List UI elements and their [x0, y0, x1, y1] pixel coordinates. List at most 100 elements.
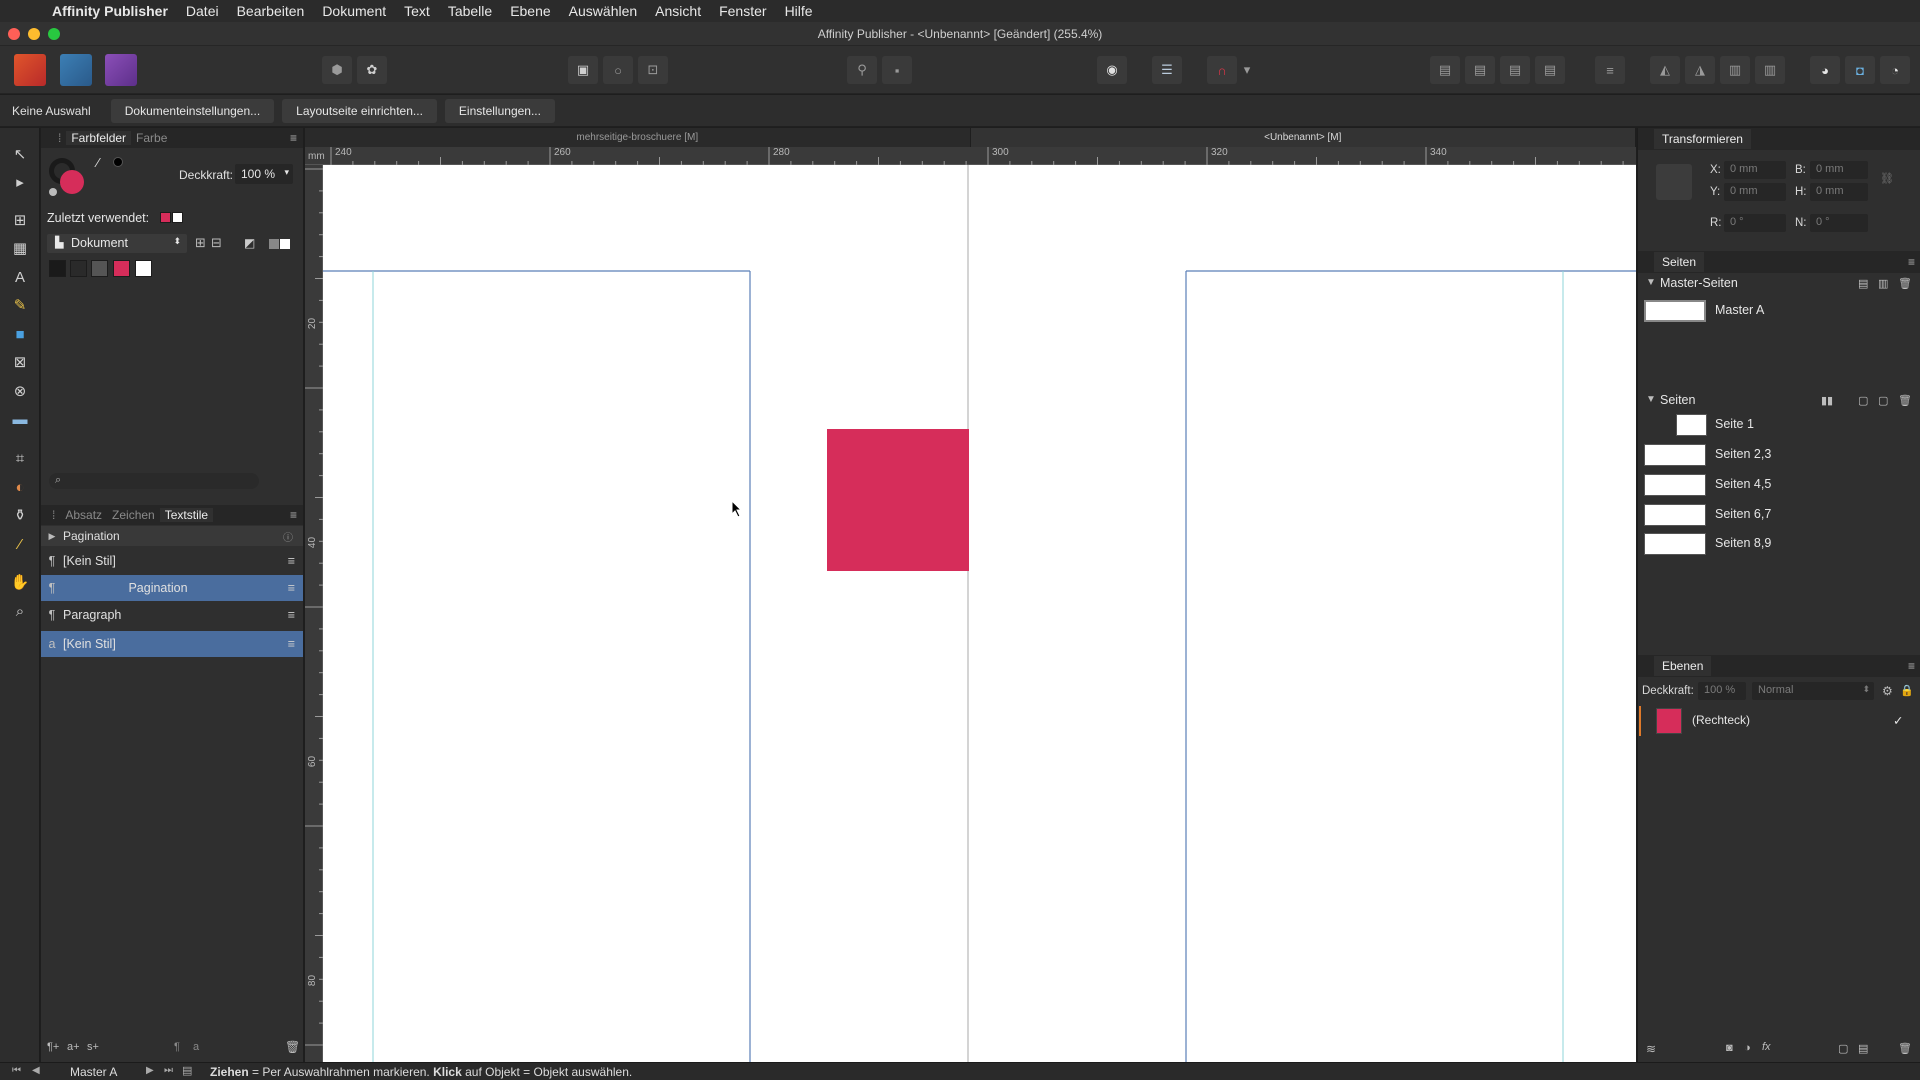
- last-page-icon[interactable]: ⏭: [164, 1065, 173, 1076]
- layer-visibility-check[interactable]: ✓: [1893, 713, 1903, 728]
- arrange-backward-icon[interactable]: ▤: [1465, 56, 1495, 84]
- style-group-header[interactable]: ▶ Pagination ⓘ: [41, 526, 303, 546]
- anchor-selector-icon[interactable]: [1656, 164, 1692, 200]
- transform-panel-title[interactable]: Transformieren: [1654, 129, 1751, 149]
- style-row-selected[interactable]: ¶ Pagination ≡: [41, 575, 303, 601]
- boolean-subtract-icon[interactable]: ◘: [1845, 56, 1875, 84]
- group-layer-icon[interactable]: ▤: [1858, 1042, 1868, 1055]
- swatch-dark[interactable]: [70, 260, 87, 277]
- tab-paragraph[interactable]: Absatz: [60, 508, 107, 522]
- node-tool-icon[interactable]: ▸: [8, 170, 32, 194]
- picture-frame-tool-icon[interactable]: ⊠: [8, 350, 32, 374]
- menu-fenster[interactable]: Fenster: [710, 3, 775, 19]
- page-thumbnail[interactable]: [1676, 414, 1707, 436]
- layer-lock-icon[interactable]: 🔒: [1900, 684, 1914, 697]
- page-label[interactable]: Seiten 8,9: [1715, 536, 1771, 550]
- width-input[interactable]: 0 mm: [1810, 161, 1868, 179]
- page-thumbnail[interactable]: [1644, 504, 1706, 526]
- menu-auswaehlen[interactable]: Auswählen: [560, 3, 647, 19]
- first-page-icon[interactable]: ⏮: [12, 1065, 21, 1076]
- lock-ratio-icon[interactable]: ⛓: [1880, 172, 1894, 185]
- delete-style-icon[interactable]: 🗑: [285, 1040, 300, 1054]
- arrange-front-icon[interactable]: ▤: [1535, 56, 1565, 84]
- baseline-grid-icon[interactable]: ☰: [1152, 56, 1182, 84]
- layers-panel-title[interactable]: Ebenen: [1654, 656, 1712, 676]
- layer-row[interactable]: (Rechteck) ✓: [1638, 706, 1920, 736]
- frame-view-icon[interactable]: ⊡: [638, 56, 668, 84]
- align-icon[interactable]: ≡: [1595, 56, 1625, 84]
- transparency-tool-icon[interactable]: ⚱: [8, 503, 32, 527]
- menu-hilfe[interactable]: Hilfe: [776, 3, 822, 19]
- add-layer-icon[interactable]: ▢: [1838, 1042, 1848, 1055]
- publisher-persona-icon[interactable]: [14, 54, 46, 86]
- tab-document-unbenannt[interactable]: <Unbenannt> [M]: [970, 128, 1636, 147]
- page-view-icon[interactable]: ▣: [568, 56, 598, 84]
- swatch-white[interactable]: [135, 260, 152, 277]
- master-a-label[interactable]: Master A: [1715, 303, 1764, 317]
- pages-section-header[interactable]: ▼ Seiten ▮▮ ▢ ▢ 🗑: [1638, 392, 1920, 410]
- swatch-search-input[interactable]: ⌕: [49, 473, 259, 489]
- effects-fx-icon[interactable]: fx: [1762, 1041, 1771, 1053]
- circle-view-icon[interactable]: ○: [603, 56, 633, 84]
- pages-panel-title[interactable]: Seiten: [1654, 252, 1705, 272]
- palette-select[interactable]: ▙ Dokument ⬍: [47, 234, 187, 253]
- page-label[interactable]: Seite 1: [1715, 417, 1754, 431]
- assistant-icon[interactable]: ✿: [357, 56, 387, 84]
- panel-menu-icon[interactable]: ≡: [290, 131, 297, 145]
- rotate-left-icon[interactable]: ▥: [1720, 56, 1750, 84]
- delete-layer-icon[interactable]: 🗑: [1898, 1042, 1912, 1055]
- delete-page-icon[interactable]: 🗑: [1898, 394, 1912, 407]
- snapping-magnet-icon[interactable]: ∩: [1207, 56, 1237, 84]
- snapping-dropdown-chevron-icon[interactable]: ▾: [1240, 56, 1254, 84]
- row-menu-icon[interactable]: ≡: [288, 581, 295, 595]
- photo-persona-icon[interactable]: [105, 54, 137, 86]
- none-swatch-icon[interactable]: ◩: [244, 236, 255, 250]
- menu-bearbeiten[interactable]: Bearbeiten: [228, 3, 314, 19]
- layers-panel-menu-icon[interactable]: ≡: [1908, 659, 1915, 673]
- master-pages-section-header[interactable]: ▼ Master-Seiten ▤ ▥ 🗑: [1638, 275, 1920, 293]
- place-image-tool-icon[interactable]: ▬: [8, 407, 32, 431]
- page-thumbnail[interactable]: [1644, 444, 1706, 466]
- new-paragraph-style-icon[interactable]: ¶+: [47, 1041, 59, 1053]
- arrange-back-icon[interactable]: ▤: [1430, 56, 1460, 84]
- next-page-icon[interactable]: ▶: [146, 1065, 154, 1076]
- flip-vertical-icon[interactable]: ◮: [1685, 56, 1715, 84]
- opacity-dropdown-chevron-icon[interactable]: ▾: [284, 167, 289, 178]
- character-options-icon[interactable]: a: [193, 1041, 199, 1053]
- tab-color[interactable]: Farbe: [131, 131, 172, 145]
- white-swatch-icon[interactable]: [280, 239, 290, 249]
- arrange-forward-icon[interactable]: ▤: [1500, 56, 1530, 84]
- swap-colors-icon[interactable]: [49, 188, 57, 196]
- preferences-button[interactable]: Einstellungen...: [444, 98, 555, 123]
- menu-text[interactable]: Text: [395, 3, 439, 19]
- paragraph-options-icon[interactable]: ¶: [174, 1041, 180, 1053]
- new-group-style-icon[interactable]: s+: [87, 1041, 99, 1053]
- style-row-selected[interactable]: a [Kein Stil] ≡: [41, 631, 303, 657]
- boolean-add-icon[interactable]: ◕: [1810, 56, 1840, 84]
- app-menu[interactable]: Affinity Publisher: [38, 3, 177, 19]
- add-master-icon[interactable]: ▤: [1858, 277, 1868, 290]
- x-input[interactable]: 0 mm: [1724, 161, 1786, 179]
- eyedropper-icon[interactable]: ⁄: [97, 155, 99, 170]
- duplicate-page-icon[interactable]: ▢: [1878, 394, 1888, 407]
- menu-ansicht[interactable]: Ansicht: [646, 3, 710, 19]
- add-page-icon[interactable]: ▢: [1858, 394, 1868, 407]
- document-settings-button[interactable]: Dokumenteinstellungen...: [110, 98, 275, 123]
- page-options-icon[interactable]: ▤: [182, 1064, 192, 1077]
- vertical-ruler[interactable]: 20 40 60 80: [305, 165, 323, 1062]
- menu-ebene[interactable]: Ebene: [501, 3, 559, 19]
- color-picker-tool-icon[interactable]: ⁄: [8, 532, 32, 556]
- share-icon[interactable]: ⬢: [322, 56, 352, 84]
- swatch-black[interactable]: [49, 260, 66, 277]
- page-label[interactable]: Seiten 2,3: [1715, 447, 1771, 461]
- tab-character[interactable]: Zeichen: [107, 508, 160, 522]
- delete-master-icon[interactable]: 🗑: [1898, 277, 1912, 290]
- move-tool-icon[interactable]: ↖: [8, 142, 32, 166]
- horizontal-ruler[interactable]: mm 240 260 280 300 320 340: [305, 147, 1636, 165]
- zoom-tool-icon[interactable]: ⌕: [8, 599, 32, 623]
- flip-horizontal-icon[interactable]: ◭: [1650, 56, 1680, 84]
- pin-icon[interactable]: ⚲: [847, 56, 877, 84]
- frame-text-tool-icon[interactable]: ⊞: [8, 208, 32, 232]
- pages-panel-menu-icon[interactable]: ≡: [1908, 255, 1915, 269]
- black-dot-icon[interactable]: [113, 157, 123, 167]
